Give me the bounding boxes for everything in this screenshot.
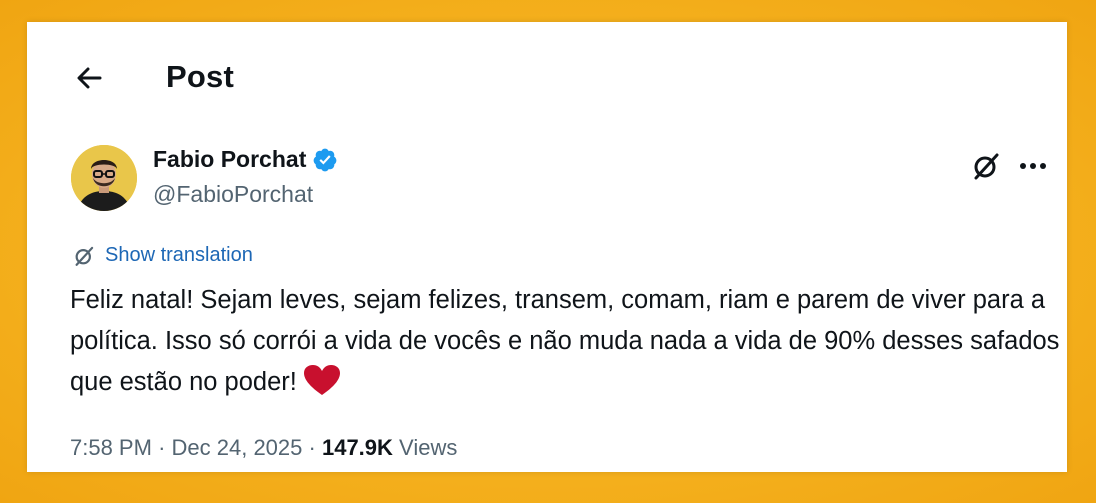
- post-meta: 7:58 PM · Dec 24, 2025 · 147.9K Views: [70, 435, 457, 461]
- tweet-text-body: Feliz natal! Sejam leves, sejam felizes,…: [70, 286, 1060, 396]
- views-count[interactable]: 147.9K: [322, 435, 393, 460]
- red-heart-icon: [303, 364, 341, 409]
- more-horizontal-icon: [1020, 163, 1046, 169]
- avatar-image: [71, 145, 137, 211]
- show-translation-link[interactable]: Show translation: [73, 244, 253, 267]
- author-name-text: Fabio Porchat: [153, 146, 307, 172]
- arrow-left-icon: [77, 67, 102, 89]
- show-translation-label: Show translation: [105, 244, 253, 266]
- meta-separator: ·: [158, 435, 166, 460]
- verified-badge-icon: [313, 148, 337, 171]
- post-card: Post Fabio Porchat @FabioPorchat Show tr…: [27, 22, 1067, 472]
- views-label: Views: [399, 435, 458, 460]
- more-button[interactable]: [1015, 150, 1051, 182]
- post-time[interactable]: 7:58 PM: [70, 435, 152, 460]
- grok-button[interactable]: [970, 150, 1002, 182]
- author-handle[interactable]: @FabioPorchat: [153, 181, 313, 208]
- page-title: Post: [166, 59, 234, 94]
- author-name[interactable]: Fabio Porchat: [153, 146, 338, 173]
- grok-icon: [974, 153, 999, 180]
- grok-translate-icon: [75, 246, 94, 266]
- avatar[interactable]: [71, 145, 137, 211]
- back-button[interactable]: [71, 60, 107, 96]
- meta-separator: ·: [308, 435, 316, 460]
- tweet-text: Feliz natal! Sejam leves, sejam felizes,…: [70, 280, 1060, 409]
- post-date[interactable]: Dec 24, 2025: [172, 435, 303, 460]
